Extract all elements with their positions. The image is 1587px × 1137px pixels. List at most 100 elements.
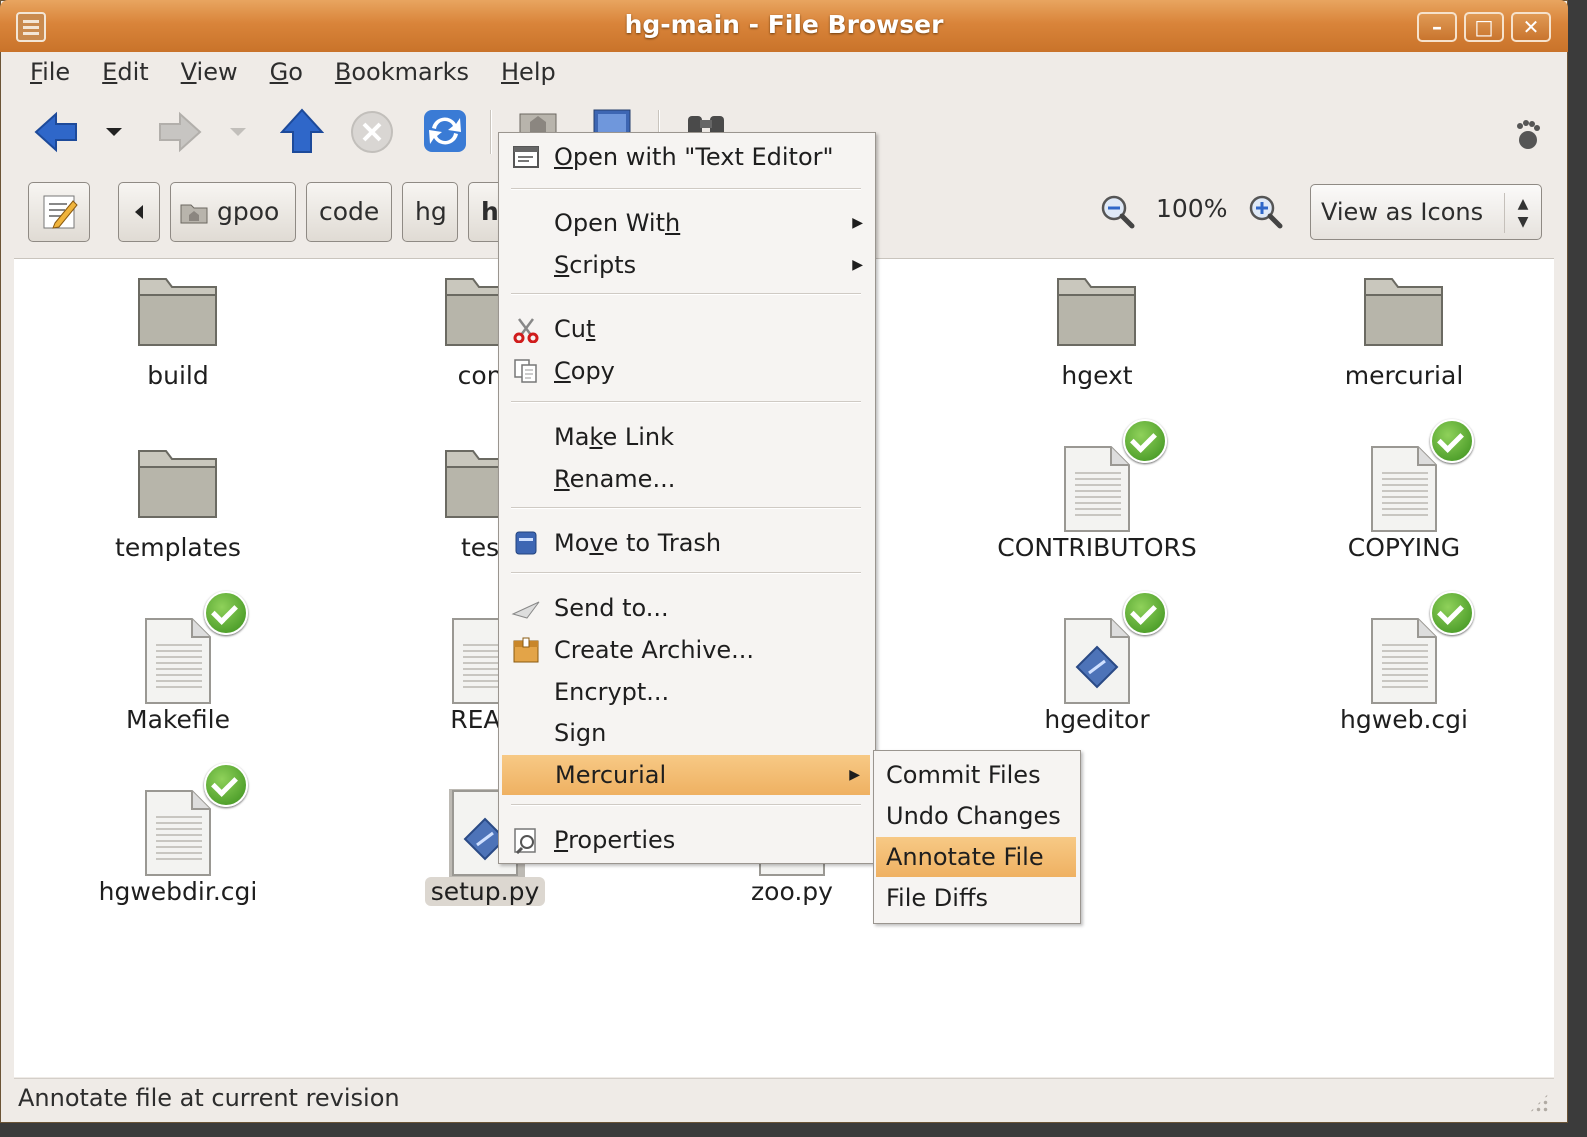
path-crumb-code[interactable]: code <box>306 182 392 242</box>
file-name-label: hgwebdir.cgi <box>98 877 258 906</box>
submenu-item-label: File Diffs <box>886 884 988 912</box>
maximize-icon: □ <box>1474 15 1494 39</box>
resize-grip[interactable] <box>1528 1092 1550 1114</box>
menu-item-label: Rename... <box>554 465 676 493</box>
menu-bookmarks[interactable]: Bookmarks <box>319 54 485 96</box>
view-mode-value: View as Icons <box>1321 198 1484 226</box>
close-button[interactable]: ✕ <box>1511 12 1551 42</box>
folder-icon <box>1364 278 1443 346</box>
zoom-in-button[interactable] <box>1248 194 1284 230</box>
maximize-button[interactable]: □ <box>1464 12 1504 42</box>
forward-button[interactable] <box>156 110 204 154</box>
status-bar: Annotate file at current revision <box>14 1078 1554 1118</box>
menu-item-label: Mercurial <box>555 761 667 789</box>
menu-item-send-to[interactable]: Send to... <box>501 588 873 628</box>
path-crumb-label: code <box>319 197 380 226</box>
menu-item-cut[interactable]: Cut <box>501 309 873 349</box>
menu-go[interactable]: Go <box>254 54 319 96</box>
version-control-clean-icon <box>204 763 248 807</box>
file-item[interactable]: hgwebdir.cgi <box>58 763 298 939</box>
submenu-arrow-icon: ▶ <box>852 257 863 273</box>
menu-item-mercurial[interactable]: Mercurial ▶ <box>502 755 870 795</box>
file-name-label: build <box>147 361 209 390</box>
menu-item-label: Open With <box>554 209 681 237</box>
minimize-button[interactable]: – <box>1417 12 1457 42</box>
reload-button[interactable] <box>422 108 468 154</box>
send-icon <box>511 601 540 619</box>
file-item[interactable]: CONTRIBUTORS <box>977 419 1217 595</box>
stop-button[interactable] <box>350 110 394 154</box>
title-bar[interactable]: hg-main - File Browser – □ ✕ <box>0 0 1568 52</box>
file-item[interactable]: hgeditor <box>977 591 1217 767</box>
menu-item-label: Open with "Text Editor" <box>554 143 834 171</box>
submenu-item-file-diffs[interactable]: File Diffs <box>876 878 1076 918</box>
file-name-label: hgext <box>1061 361 1133 390</box>
up-button[interactable] <box>280 108 324 154</box>
menu-item-scripts[interactable]: Scripts ▶ <box>501 245 873 285</box>
file-name-label: hgweb.cgi <box>1340 705 1468 734</box>
back-history-dropdown[interactable] <box>104 126 124 138</box>
version-control-clean-icon <box>1430 591 1474 635</box>
menu-item-label: Encrypt... <box>554 678 670 706</box>
menu-view[interactable]: View <box>165 54 254 96</box>
menu-item-move-to-trash[interactable]: Move to Trash <box>501 523 873 563</box>
file-item[interactable]: Makefile <box>58 591 298 767</box>
submenu-arrow-icon: ▶ <box>849 767 860 783</box>
close-icon: ✕ <box>1522 15 1540 39</box>
file-item[interactable]: COPYING <box>1284 419 1524 595</box>
path-crumb-label: h <box>481 197 499 226</box>
file-item[interactable]: mercurial <box>1284 273 1524 423</box>
folder-icon <box>138 450 217 518</box>
back-button[interactable] <box>32 110 80 154</box>
scissors-icon <box>513 318 539 343</box>
menu-separator <box>511 572 861 573</box>
folder-icon <box>138 278 217 346</box>
menu-item-encrypt[interactable]: Encrypt... <box>501 672 873 712</box>
file-name-label: mercurial <box>1344 361 1464 390</box>
menu-edit[interactable]: Edit <box>86 54 164 96</box>
submenu-item-commit-files[interactable]: Commit Files <box>876 755 1076 795</box>
context-menu: Open with "Text Editor" Open With ▶ Scripts… <box>498 132 876 864</box>
menu-file[interactable]: File <box>14 54 86 96</box>
path-scroll-left-button[interactable] <box>118 182 160 242</box>
menu-help[interactable]: Help <box>485 54 572 96</box>
menu-item-rename[interactable]: Rename... <box>501 459 873 499</box>
menu-item-open-with[interactable]: Open With ▶ <box>501 203 873 243</box>
text-editor-icon <box>513 146 539 168</box>
menu-item-label: Move to Trash <box>554 529 722 557</box>
file-item[interactable]: hgweb.cgi <box>1284 591 1524 767</box>
menu-item-copy[interactable]: Copy <box>501 351 873 391</box>
text-file-icon <box>145 618 211 704</box>
copy-icon <box>514 359 537 383</box>
file-item[interactable]: build <box>58 273 298 423</box>
script-file-icon <box>1064 618 1130 704</box>
file-name-label: COPYING <box>1347 533 1461 562</box>
path-crumb-hg[interactable]: hg <box>402 182 458 242</box>
path-crumb-label: hg <box>415 197 447 226</box>
forward-history-dropdown[interactable] <box>228 126 248 138</box>
file-item[interactable]: templates <box>58 445 298 595</box>
menu-item-open-with-text-editor[interactable]: Open with "Text Editor" <box>501 137 873 177</box>
archive-icon <box>513 637 539 663</box>
menu-item-label: Scripts <box>554 251 637 279</box>
view-mode-select[interactable]: View as Icons ▲ ▼ <box>1310 184 1542 240</box>
folder-icon <box>1057 278 1136 346</box>
menu-item-make-link[interactable]: Make Link <box>501 417 873 457</box>
toggle-location-entry-button[interactable] <box>28 182 90 242</box>
spin-arrows-icon: ▲ ▼ <box>1504 193 1541 233</box>
menu-item-label: Cut <box>554 315 596 343</box>
file-name-label: hgeditor <box>1044 705 1150 734</box>
menu-item-properties[interactable]: Properties <box>501 820 873 860</box>
menu-separator <box>511 188 861 189</box>
status-text: Annotate file at current revision <box>18 1084 400 1112</box>
text-file-icon <box>145 790 211 876</box>
zoom-out-button[interactable] <box>1100 194 1136 230</box>
trash-icon <box>515 531 537 555</box>
submenu-item-undo-changes[interactable]: Undo Changes <box>876 796 1076 836</box>
submenu-item-annotate-file[interactable]: Annotate File <box>876 837 1076 877</box>
menu-item-sign[interactable]: Sign <box>501 713 873 753</box>
menu-item-create-archive[interactable]: Create Archive... <box>501 630 873 670</box>
path-crumb-gpoo[interactable]: gpoo <box>170 182 296 242</box>
file-item[interactable]: hgext <box>977 273 1217 423</box>
menu-item-label: Copy <box>554 357 615 385</box>
